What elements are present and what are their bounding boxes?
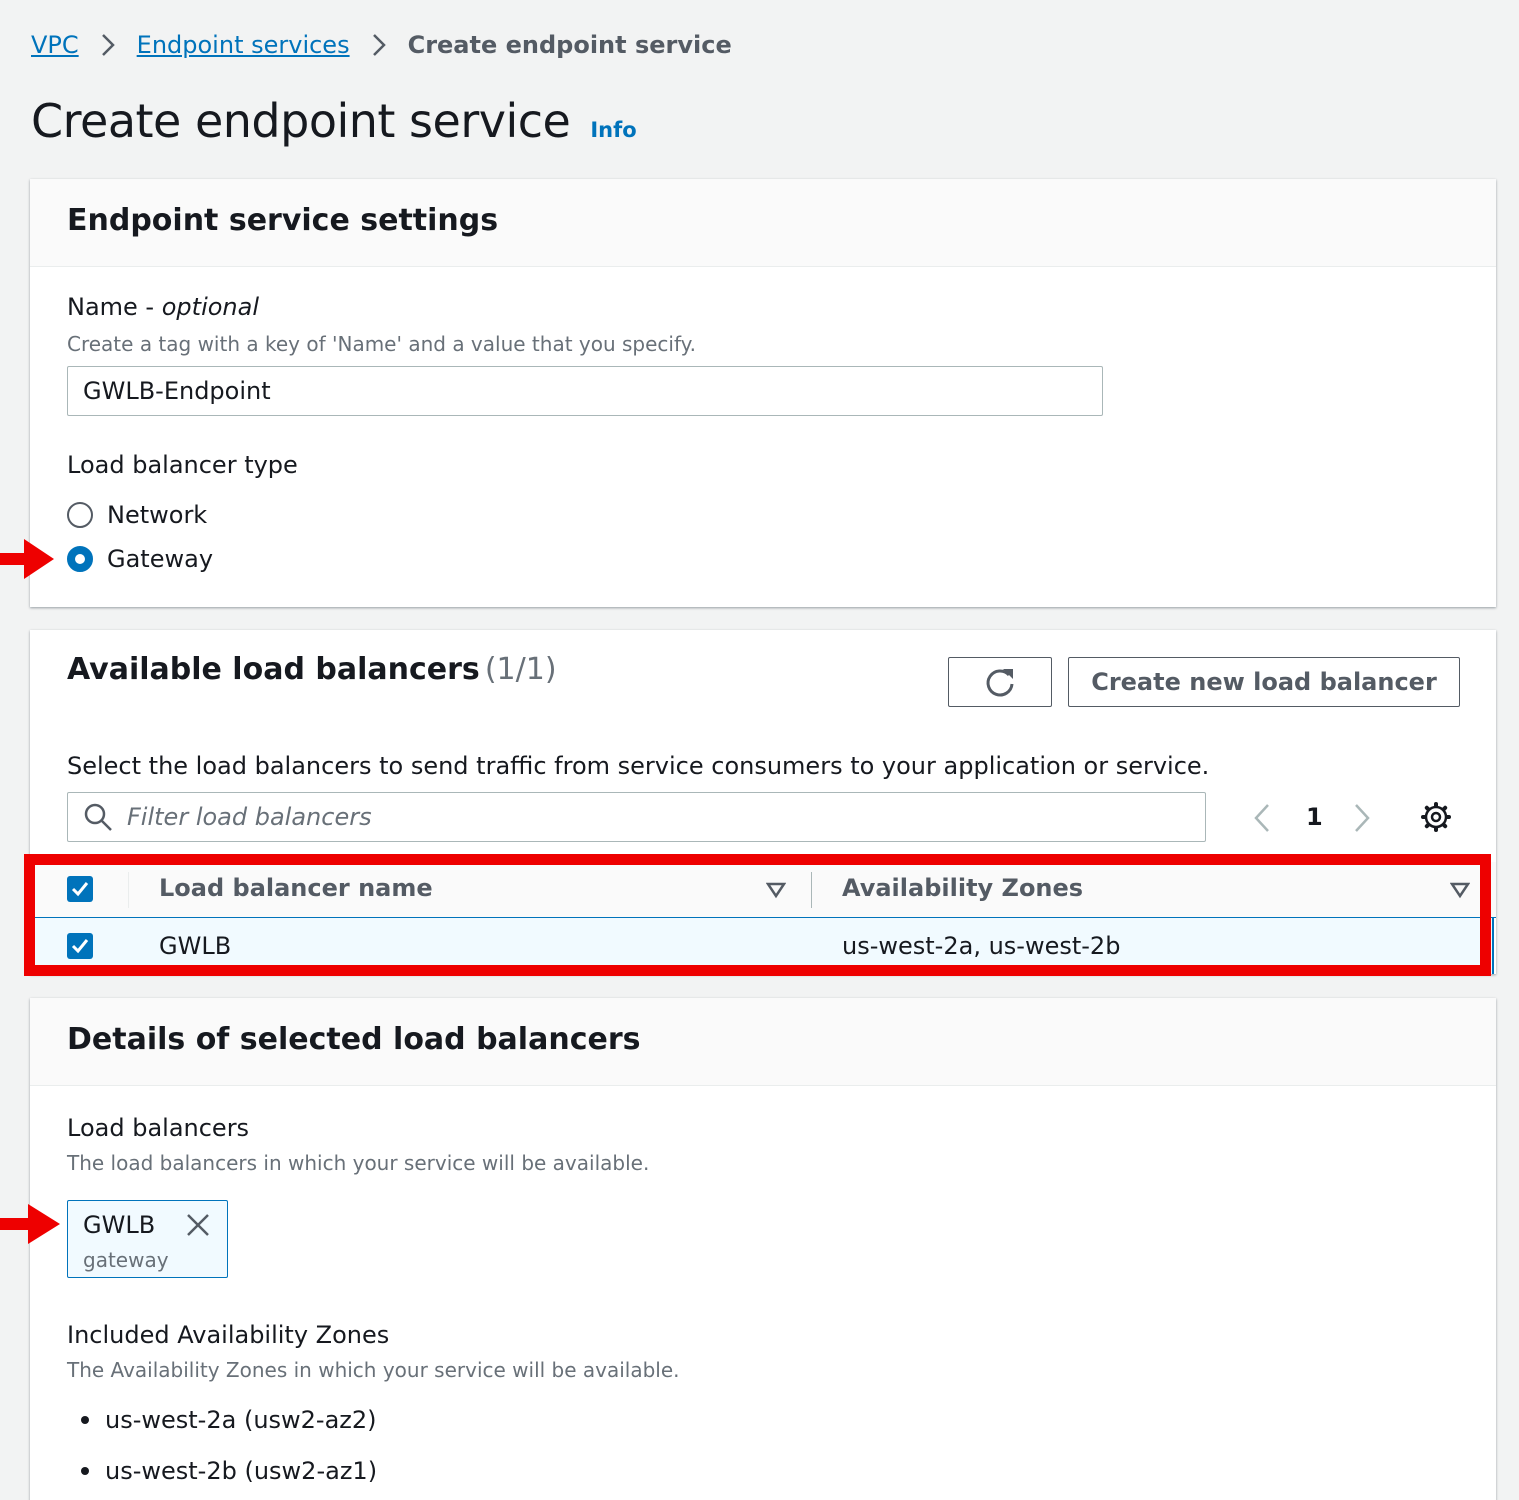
az-section-description: The Availability Zones in which your ser… [67, 1358, 680, 1382]
name-field-description: Create a tag with a key of 'Name' and a … [67, 332, 697, 356]
bullet [81, 1467, 89, 1475]
az-item: us-west-2a (usw2-az2) [105, 1406, 377, 1434]
filter-placeholder: Filter load balancers [127, 803, 372, 831]
page-number[interactable]: 1 [1306, 803, 1323, 831]
lb-section-description: The load balancers in which your service… [67, 1151, 650, 1175]
panel-title: Available load balancers (1/1) [67, 652, 557, 687]
list-item: us-west-2a (usw2-az2) [81, 1406, 377, 1434]
optional-label: optional [161, 293, 259, 321]
name-label-text: Name - [67, 293, 162, 321]
refresh-button[interactable] [948, 657, 1052, 707]
name-input-value: GWLB-Endpoint [83, 377, 271, 405]
list-item: us-west-2b (usw2-az1) [81, 1457, 377, 1485]
available-title: Available load balancers [67, 652, 480, 687]
name-field-label: Name - optional [67, 293, 259, 321]
radio-network[interactable]: Network [67, 501, 207, 529]
breadcrumb-vpc-link[interactable]: VPC [31, 31, 79, 59]
panel-header: Endpoint service settings [30, 179, 1496, 267]
details-panel: Details of selected load balancers Load … [30, 998, 1496, 1500]
gear-icon[interactable] [1420, 801, 1452, 833]
breadcrumb-endpoint-services-link[interactable]: Endpoint services [137, 31, 350, 59]
chevron-right-icon [372, 33, 386, 57]
az-item: us-west-2b (usw2-az1) [105, 1457, 378, 1485]
panel-header: Details of selected load balancers [30, 998, 1496, 1086]
page-title: Create endpoint service [31, 94, 571, 148]
breadcrumb-current: Create endpoint service [407, 31, 732, 59]
lb-section-label: Load balancers [67, 1114, 250, 1142]
arrow-icon [0, 1204, 60, 1244]
arrow-icon [0, 539, 54, 579]
create-new-load-balancer-button[interactable]: Create new load balancer [1068, 657, 1460, 707]
chevron-right-icon[interactable] [1352, 803, 1372, 833]
chevron-right-icon [101, 33, 115, 57]
refresh-icon [986, 669, 1014, 697]
radio-gateway-control[interactable] [67, 546, 93, 572]
bullet [81, 1416, 89, 1424]
token-type: gateway [83, 1248, 169, 1272]
az-section-label: Included Availability Zones [67, 1321, 390, 1349]
radio-network-control[interactable] [67, 502, 93, 528]
endpoint-service-settings-panel: Endpoint service settings Name - optiona… [30, 179, 1496, 607]
info-link[interactable]: Info [590, 118, 636, 142]
lb-type-label: Load balancer type [67, 451, 298, 479]
page-header: Create endpoint service Info [31, 94, 637, 148]
radio-network-label: Network [107, 501, 208, 529]
search-icon [84, 803, 112, 831]
available-count: (1/1) [484, 652, 557, 687]
panel-title: Details of selected load balancers [67, 1022, 641, 1057]
available-description: Select the load balancers to send traffi… [67, 752, 1210, 780]
chevron-left-icon[interactable] [1252, 803, 1272, 833]
radio-gateway-label: Gateway [107, 545, 214, 573]
filter-input[interactable]: Filter load balancers [67, 792, 1206, 842]
token-name: GWLB [83, 1211, 156, 1239]
panel-title: Endpoint service settings [67, 203, 499, 238]
radio-gateway[interactable]: Gateway [67, 545, 213, 573]
close-icon[interactable] [185, 1212, 211, 1238]
highlight-box [24, 854, 1491, 976]
name-input[interactable]: GWLB-Endpoint [67, 366, 1103, 416]
selected-lb-token: GWLB gateway [67, 1200, 228, 1278]
breadcrumb: VPC Endpoint services Create endpoint se… [31, 28, 732, 62]
